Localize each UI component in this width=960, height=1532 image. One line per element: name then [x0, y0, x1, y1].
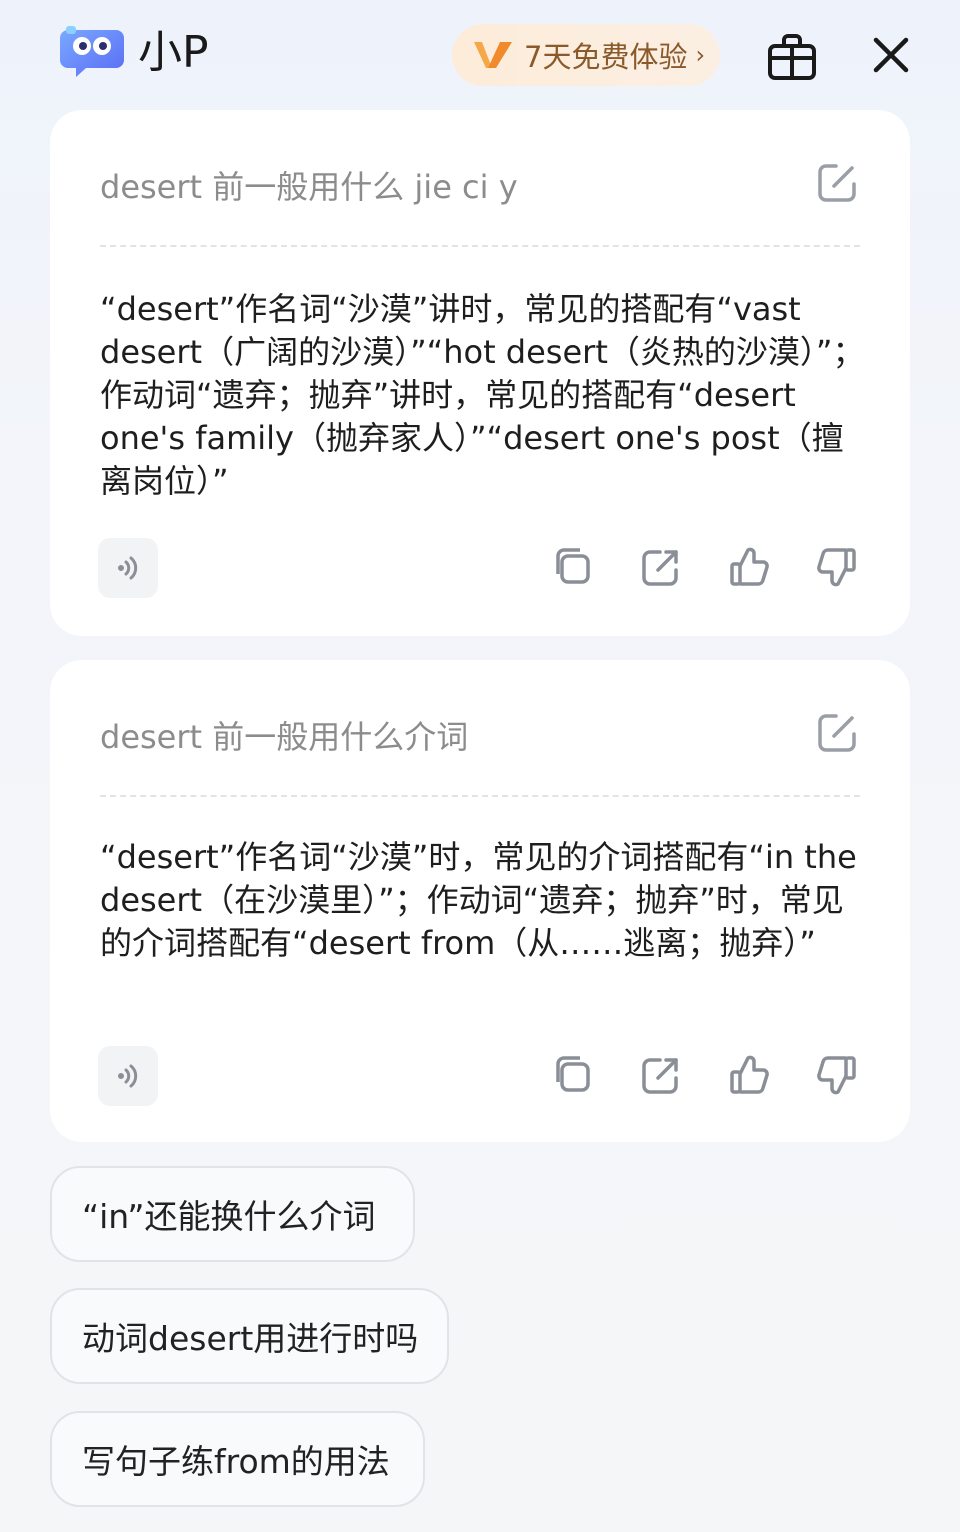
speaker-icon — [118, 556, 138, 580]
suggestion-chip[interactable]: 写句子练from的用法 — [50, 1411, 425, 1507]
conversation-card: desert 前一般用什么 jie ci y “desert”作名词“沙漠”讲时… — [50, 110, 910, 636]
user-query: desert 前一般用什么 jie ci y — [100, 168, 518, 206]
robot-logo-icon — [60, 26, 124, 77]
thumbs-down-icon[interactable] — [814, 544, 860, 590]
user-query: desert 前一般用什么介词 — [100, 718, 469, 756]
top-bar: 小P 7天免费体验 › — [0, 0, 960, 108]
conversation-card: desert 前一般用什么介词 “desert”作名词“沙漠”时，常见的介词搭配… — [50, 660, 910, 1142]
read-aloud-button[interactable] — [98, 1046, 158, 1106]
copy-icon[interactable] — [550, 1052, 596, 1098]
divider — [100, 795, 860, 797]
chevron-right-icon: › — [695, 41, 706, 69]
close-icon[interactable] — [866, 30, 916, 80]
answer-actions — [550, 1052, 870, 1102]
answer-actions — [550, 544, 870, 594]
edit-icon[interactable] — [814, 160, 860, 206]
suggestion-chip[interactable]: 动词desert用进行时吗 — [50, 1288, 449, 1384]
app-title: 小P — [138, 27, 209, 78]
thumbs-down-icon[interactable] — [814, 1052, 860, 1098]
read-aloud-button[interactable] — [98, 538, 158, 598]
suggestion-chip[interactable]: “in”还能换什么介词 — [50, 1166, 415, 1262]
gift-icon[interactable] — [764, 28, 820, 84]
share-icon[interactable] — [638, 1052, 684, 1098]
edit-icon[interactable] — [814, 710, 860, 756]
thumbs-up-icon[interactable] — [726, 544, 772, 590]
speaker-icon — [118, 1064, 138, 1088]
thumbs-up-icon[interactable] — [726, 1052, 772, 1098]
free-trial-label: 7天免费体验 — [524, 40, 688, 74]
copy-icon[interactable] — [550, 544, 596, 590]
ai-answer: “desert”作名词“沙漠”讲时，常见的搭配有“vast desert（广阔的… — [100, 290, 865, 500]
vip-badge-icon — [474, 42, 512, 68]
divider — [100, 245, 860, 247]
free-trial-button[interactable]: 7天免费体验 › — [452, 24, 720, 86]
ai-answer: “desert”作名词“沙漠”时，常见的介词搭配有“in the desert（… — [100, 838, 857, 962]
share-icon[interactable] — [638, 544, 684, 590]
